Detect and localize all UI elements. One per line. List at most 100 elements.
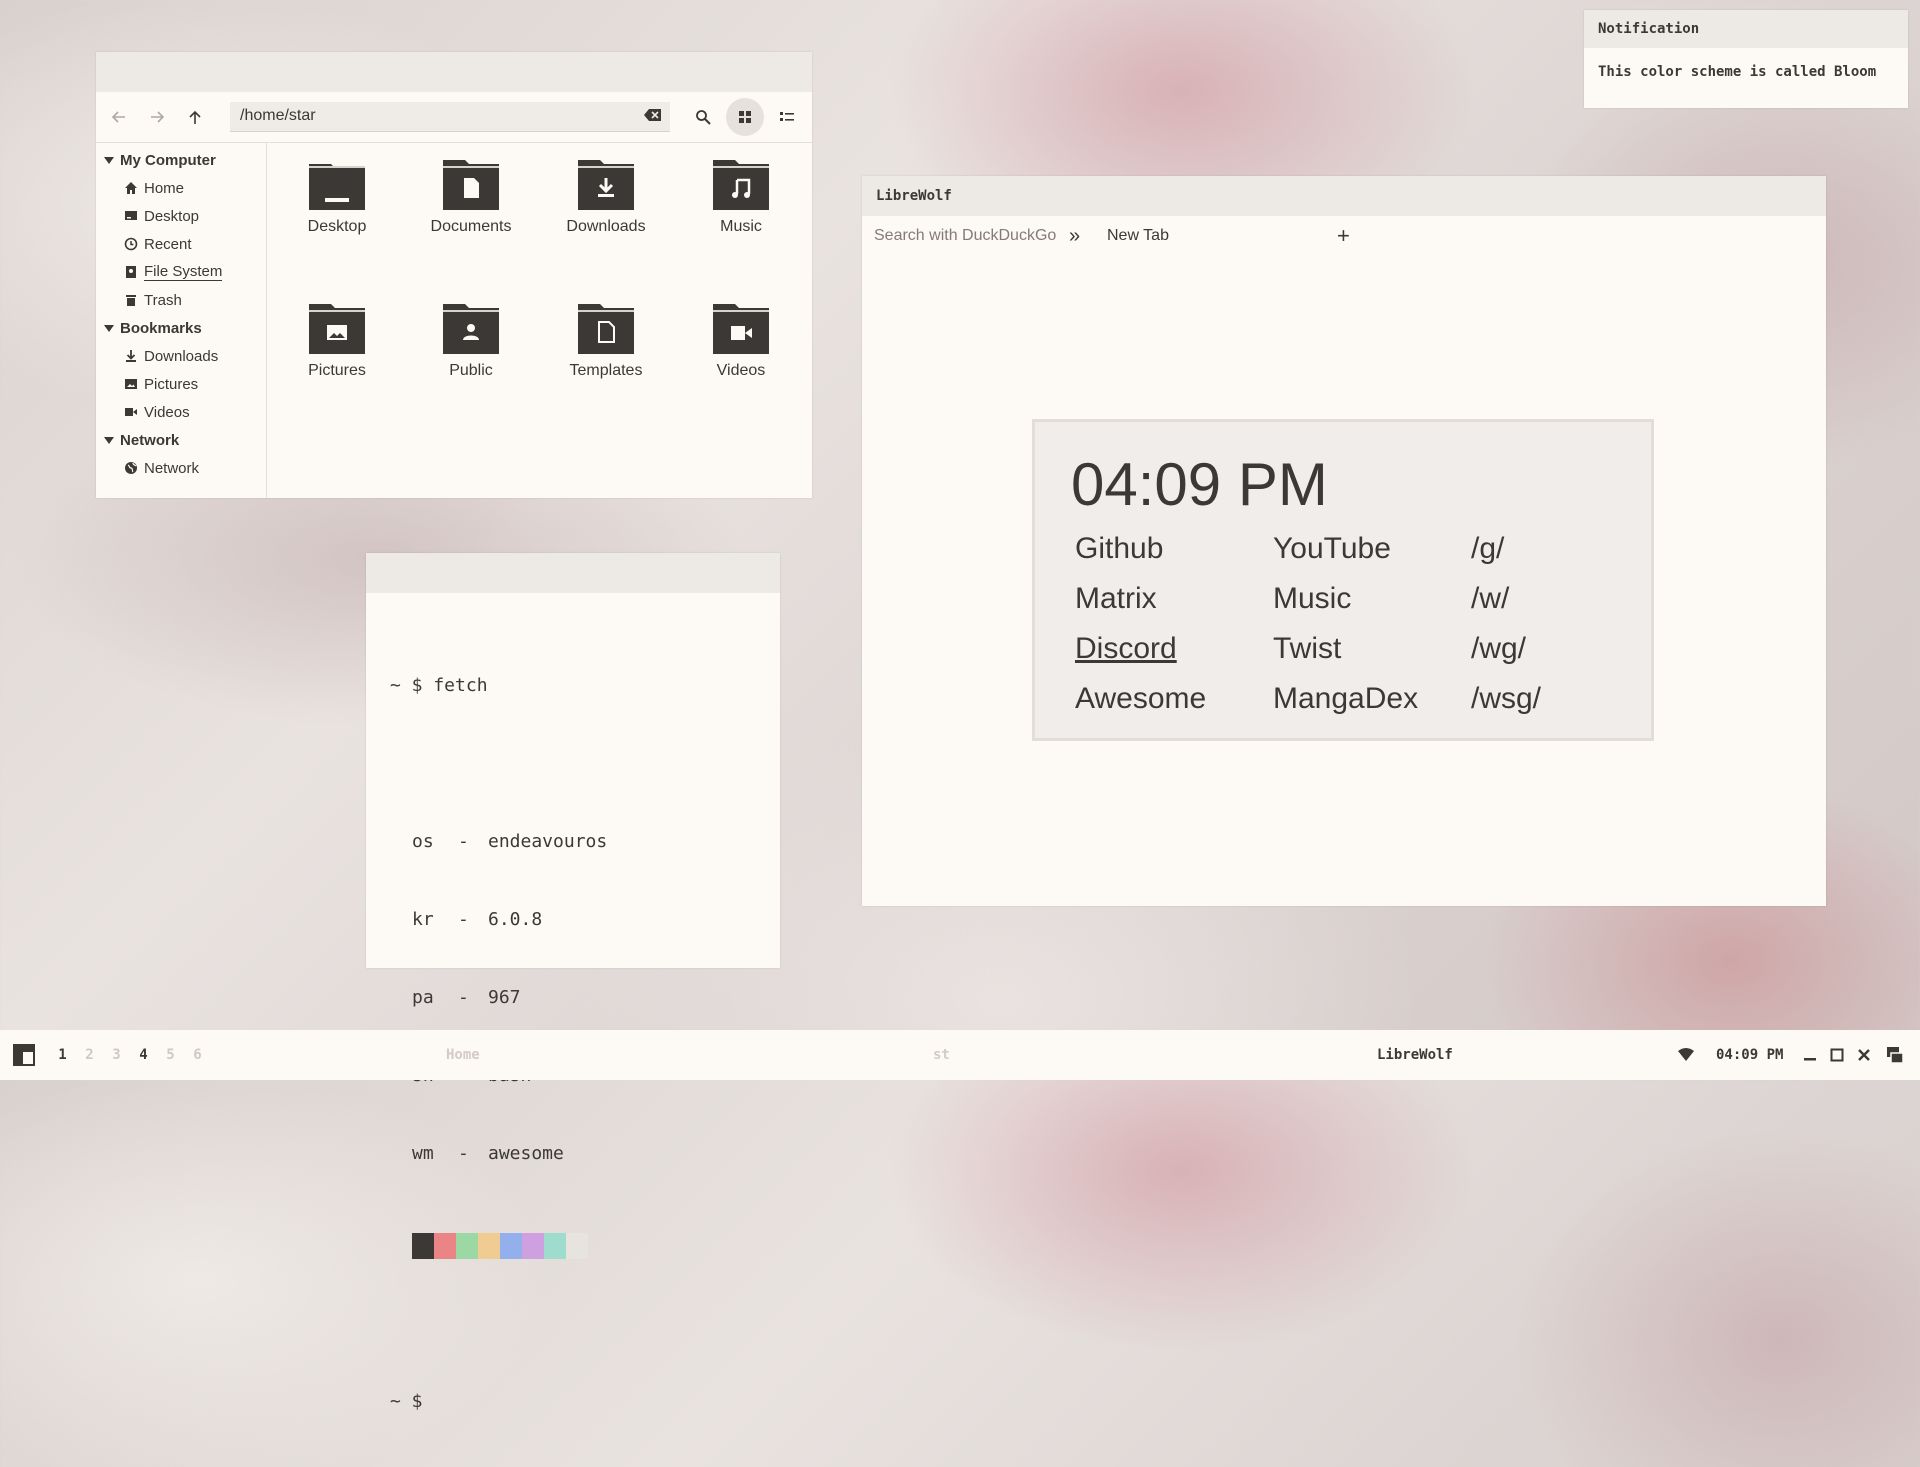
workspace-list: 1 2 3 4 5 6: [49, 1030, 211, 1080]
folder-downloads[interactable]: Downloads: [541, 160, 671, 236]
link-youtube[interactable]: YouTube: [1273, 532, 1391, 566]
workspace-5[interactable]: 5: [157, 1047, 184, 1063]
close-button[interactable]: [1857, 1030, 1871, 1080]
folder-grid: Desktop Documents Downloads Music Pictur…: [267, 142, 812, 498]
up-button[interactable]: [176, 98, 214, 136]
sidebar-section-network[interactable]: Network: [96, 426, 266, 454]
recent-icon: [124, 237, 138, 251]
list-view-button[interactable]: [768, 98, 806, 136]
image-icon: [124, 377, 138, 391]
tab-overflow-button[interactable]: »: [1069, 225, 1099, 248]
notification-body: This color scheme is called Bloom: [1598, 64, 1877, 80]
terminal-titlebar[interactable]: [366, 553, 780, 593]
sidebar-item-home[interactable]: Home: [96, 174, 266, 202]
location-path: /home/star: [240, 107, 316, 124]
link-wg[interactable]: /wg/: [1471, 632, 1526, 666]
expander-icon: [104, 436, 114, 444]
location-bar[interactable]: /home/star: [230, 102, 670, 132]
expander-icon: [104, 324, 114, 332]
workspace-3[interactable]: 3: [103, 1047, 130, 1063]
folder-desktop-icon: [309, 160, 365, 210]
startpage-clock: 04:09 PM: [1071, 451, 1328, 518]
maximize-button[interactable]: [1830, 1030, 1844, 1080]
link-discord[interactable]: Discord: [1075, 632, 1177, 666]
link-g[interactable]: /g/: [1471, 532, 1504, 566]
color-palette: [412, 1233, 607, 1259]
folder-videos[interactable]: Videos: [676, 304, 806, 380]
task-librewolf[interactable]: LibreWolf: [1377, 1030, 1453, 1080]
workspace-6[interactable]: 6: [184, 1047, 211, 1063]
wifi-icon: [1678, 1048, 1694, 1062]
folder-templates[interactable]: Templates: [541, 304, 671, 380]
forward-button[interactable]: [138, 98, 176, 136]
sidebar-item-videos[interactable]: Videos: [96, 398, 266, 426]
folder-videos-icon: [713, 304, 769, 354]
link-awesome[interactable]: Awesome: [1075, 682, 1206, 716]
workspace-4[interactable]: 4: [130, 1047, 157, 1063]
fetch-row-os: os - endeavouros: [412, 831, 608, 852]
taskbar: 1 2 3 4 5 6 Home st LibreWolf 04:09 PM: [0, 1030, 1920, 1080]
workspace-2[interactable]: 2: [76, 1047, 103, 1063]
folder-documents-icon: [443, 160, 499, 210]
search-button[interactable]: [684, 98, 722, 136]
layout-icon: [13, 1044, 35, 1066]
sidebar-item-trash[interactable]: Trash: [96, 286, 266, 314]
sidebar-item-desktop[interactable]: Desktop: [96, 202, 266, 230]
sidebar-item-pictures[interactable]: Pictures: [96, 370, 266, 398]
clear-icon[interactable]: [644, 108, 662, 122]
folder-pictures-icon: [309, 304, 365, 354]
color-swatch: [456, 1233, 478, 1259]
link-wsg[interactable]: /wsg/: [1471, 682, 1541, 716]
folder-music[interactable]: Music: [676, 160, 806, 236]
new-tab-button[interactable]: +: [1337, 223, 1350, 249]
back-button[interactable]: [100, 98, 138, 136]
download-icon: [124, 349, 138, 363]
terminal-window[interactable]: ~ $ fetch os - endeavouros kr -6.0.8 pa -967…: [366, 553, 780, 1412]
notification-popup[interactable]: Notification This color scheme is called…: [1584, 10, 1908, 108]
search-bar[interactable]: Search with DuckDuckGo: [862, 227, 1069, 245]
folder-public-icon: [443, 304, 499, 354]
minimize-button[interactable]: [1803, 1030, 1817, 1080]
link-mangadex[interactable]: MangaDex: [1273, 682, 1418, 716]
command-line: ~ $ fetch: [390, 675, 488, 696]
folder-documents[interactable]: Documents: [406, 160, 536, 236]
browser-titlebar[interactable]: LibreWolf: [862, 176, 1826, 216]
tab-new-tab[interactable]: New Tab: [1099, 227, 1337, 245]
color-swatch: [566, 1233, 588, 1259]
folder-pictures[interactable]: Pictures: [272, 304, 402, 380]
link-music[interactable]: Music: [1273, 582, 1351, 616]
sidebar-section-my-computer[interactable]: My Computer: [96, 146, 266, 174]
color-swatch: [544, 1233, 566, 1259]
folder-templates-icon: [578, 304, 634, 354]
task-home[interactable]: Home: [446, 1030, 480, 1080]
folder-desktop[interactable]: Desktop: [272, 160, 402, 236]
file-manager-titlebar[interactable]: [96, 52, 812, 92]
taskbar-clock: 04:09 PM: [1716, 1047, 1784, 1063]
sidebar-item-recent[interactable]: Recent: [96, 230, 266, 258]
layout-button[interactable]: [13, 1030, 35, 1080]
browser-tabbar: Search with DuckDuckGo » New Tab +: [862, 216, 1826, 256]
list-view-icon: [780, 111, 794, 123]
wifi-indicator[interactable]: [1678, 1030, 1694, 1080]
link-twist[interactable]: Twist: [1273, 632, 1341, 666]
workspace-1[interactable]: 1: [49, 1047, 76, 1063]
icon-view-button[interactable]: [726, 98, 764, 136]
video-icon: [124, 405, 138, 419]
link-github[interactable]: Github: [1075, 532, 1163, 566]
places-sidebar: My Computer Home Desktop Recent File Sys…: [96, 142, 267, 498]
link-w[interactable]: /w/: [1471, 582, 1509, 616]
systray-button[interactable]: [1886, 1030, 1904, 1080]
arrow-up-icon: [187, 109, 203, 125]
task-st[interactable]: st: [933, 1030, 950, 1080]
arrow-right-icon: [149, 109, 165, 125]
sidebar-item-downloads[interactable]: Downloads: [96, 342, 266, 370]
color-swatch: [500, 1233, 522, 1259]
grid-view-icon: [739, 111, 751, 123]
sidebar-item-file-system[interactable]: File System: [96, 258, 266, 286]
close-icon: [1857, 1048, 1871, 1062]
folder-public[interactable]: Public: [406, 304, 536, 380]
sidebar-section-bookmarks[interactable]: Bookmarks: [96, 314, 266, 342]
sidebar-item-network[interactable]: Network: [96, 454, 266, 482]
windows-icon: [1886, 1046, 1904, 1064]
link-matrix[interactable]: Matrix: [1075, 582, 1157, 616]
